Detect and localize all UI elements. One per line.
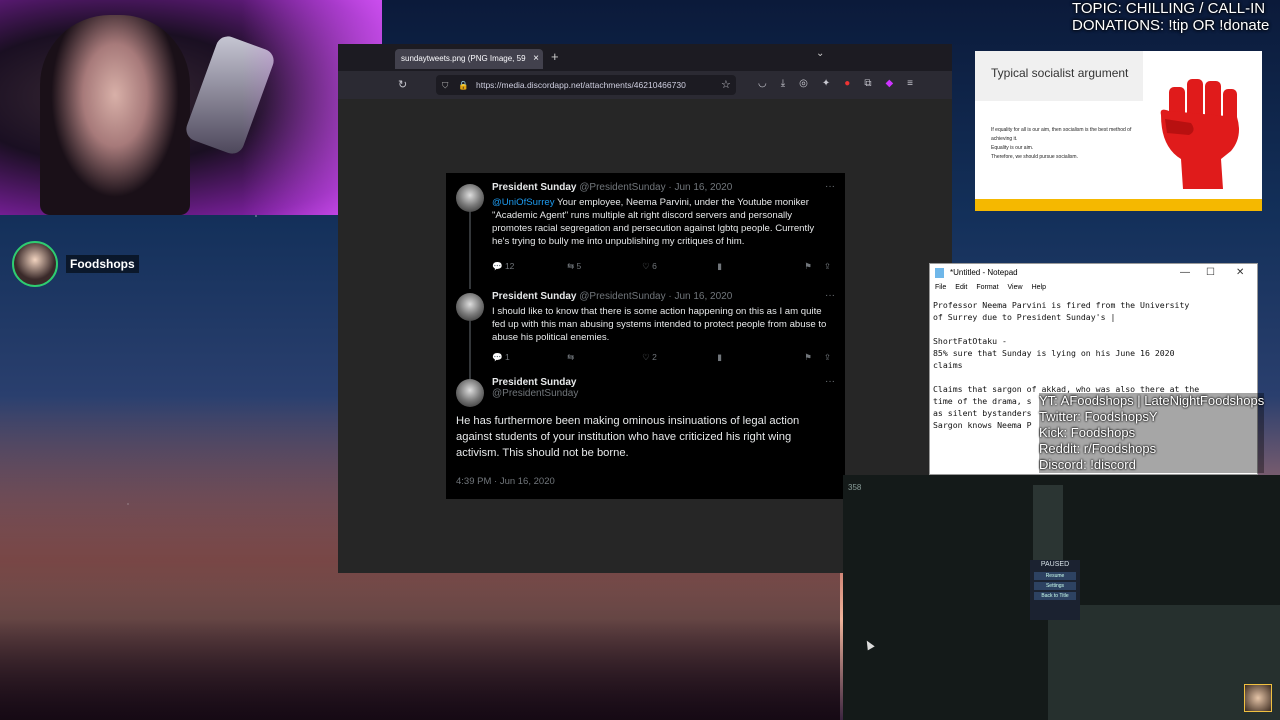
profile-picture bbox=[456, 379, 484, 407]
bookmark-icon: ⚑ bbox=[804, 261, 812, 271]
pause-menu: PAUSED Resume Settings Back to Title bbox=[1030, 560, 1080, 620]
tweet-author: President Sunday bbox=[492, 377, 577, 388]
notepad-menu: File Edit Format View Help bbox=[930, 282, 1257, 294]
slide-title: Typical socialist argument bbox=[975, 51, 1143, 101]
tweet-mention: @UniOfSurrey bbox=[492, 197, 555, 208]
minimize-icon[interactable]: — bbox=[1180, 264, 1190, 282]
social-reddit: Reddit: r/Foodshops bbox=[1039, 441, 1157, 456]
tweet-timestamp: 4:39 PM · Jun 16, 2020 bbox=[456, 476, 555, 487]
streamer-badge: Foodshops bbox=[12, 241, 139, 287]
menu-format[interactable]: Format bbox=[976, 282, 998, 294]
menu-help[interactable]: Help bbox=[1032, 282, 1046, 294]
menu-view[interactable]: View bbox=[1008, 282, 1023, 294]
extension-icon[interactable]: ✦ bbox=[822, 78, 830, 89]
close-icon[interactable]: ✕ bbox=[1236, 264, 1244, 282]
record-icon[interactable]: ● bbox=[844, 78, 850, 89]
tweet-header: President Sunday @PresidentSunday · Jun … bbox=[492, 291, 732, 302]
download-icon[interactable]: ⤓ bbox=[781, 78, 785, 89]
shield-icon[interactable]: ⛉ bbox=[442, 75, 448, 95]
thread-line bbox=[469, 321, 471, 379]
more-icon: ··· bbox=[825, 376, 835, 387]
reply-count: 💬 12 bbox=[492, 261, 515, 271]
lock-icon[interactable]: 🔒 bbox=[458, 75, 469, 95]
notepad-title: *Untitled - Notepad bbox=[950, 268, 1018, 277]
tweet-body: He has furthermore been making ominous i… bbox=[456, 415, 800, 459]
tweet-screenshot: President Sunday @PresidentSunday · Jun … bbox=[446, 173, 845, 499]
slide-line: If equality for all is our aim, then soc… bbox=[991, 127, 1132, 142]
views-icon: ▮ bbox=[717, 352, 722, 362]
more-icon: ··· bbox=[825, 181, 835, 192]
tweet-handle-date: @PresidentSunday · Jun 16, 2020 bbox=[579, 182, 733, 193]
slide-line: Therefore, we should pursue socialism. bbox=[991, 154, 1078, 160]
tweet-body: I should like to know that there is some… bbox=[492, 306, 827, 343]
views-icon: ▮ bbox=[717, 261, 722, 271]
extensions-icon[interactable]: ⧉ bbox=[864, 78, 871, 89]
social-youtube: YT: AFoodshops | LateNightFoodshops bbox=[1039, 393, 1265, 408]
reload-icon[interactable]: ↻ bbox=[398, 78, 407, 91]
tab-bar: sundaytweets.png (PNG Image, 59 × + ⌄ bbox=[338, 44, 952, 71]
slide-line: Equality is our aim. bbox=[991, 145, 1034, 151]
topic-overlay: TOPIC: CHILLING / CALL-IN DONATIONS: !ti… bbox=[1072, 0, 1278, 34]
social-discord: Discord: !discord bbox=[1039, 457, 1136, 472]
tab-title: sundaytweets.png (PNG Image, 59 bbox=[401, 54, 526, 63]
game-window: 358 PAUSED Resume Settings Back to Title bbox=[843, 475, 1280, 720]
notepad-titlebar: *Untitled - Notepad — ☐ ✕ bbox=[930, 264, 1257, 282]
profile-picture bbox=[456, 293, 484, 321]
donations-text: DONATIONS: !tip OR !donate bbox=[1072, 17, 1270, 34]
presentation-slide: Typical socialist argument If equality f… bbox=[975, 51, 1262, 211]
toolbar-icons: ◡ ⤓ ◎ ✦ ● ⧉ ◆ ≡ bbox=[758, 78, 913, 89]
streamer-figure bbox=[40, 15, 190, 215]
topic-text: TOPIC: CHILLING / CALL-IN bbox=[1072, 0, 1266, 17]
retweet-count: ⇆ 5 bbox=[567, 261, 582, 271]
raised-fist-icon bbox=[1143, 59, 1255, 199]
chevron-down-icon[interactable]: ⌄ bbox=[816, 48, 824, 59]
addon-icon[interactable]: ◆ bbox=[885, 78, 893, 89]
tweet-handle: @PresidentSunday bbox=[492, 388, 579, 399]
paused-label: PAUSED bbox=[1040, 561, 1070, 568]
tab-image[interactable]: sundaytweets.png (PNG Image, 59 × bbox=[395, 49, 543, 69]
profile-picture bbox=[456, 184, 484, 212]
retweet-count: ⇆ bbox=[567, 352, 575, 362]
more-icon: ··· bbox=[825, 290, 835, 301]
tweet-author: President Sunday bbox=[492, 291, 577, 302]
close-icon[interactable]: × bbox=[533, 49, 539, 69]
bookmark-icon: ⚑ bbox=[804, 352, 812, 362]
social-twitter: Twitter: FoodshopsY bbox=[1039, 409, 1158, 424]
tweet-header: President Sunday @PresidentSunday bbox=[492, 377, 578, 399]
streamer-name: Foodshops bbox=[66, 255, 139, 273]
slide-accent-bar bbox=[975, 199, 1262, 211]
mini-avatar bbox=[1244, 684, 1272, 712]
nav-bar: ↻ ⛉ 🔒 https://media.discordapp.net/attac… bbox=[338, 71, 952, 99]
tweet-handle-date: @PresidentSunday · Jun 16, 2020 bbox=[579, 291, 733, 302]
share-icon: ⇪ bbox=[823, 261, 831, 271]
tweet-header: President Sunday @PresidentSunday · Jun … bbox=[492, 182, 732, 193]
back-to-title-button[interactable]: Back to Title bbox=[1034, 592, 1076, 600]
thread-line bbox=[469, 211, 471, 289]
menu-edit[interactable]: Edit bbox=[955, 282, 967, 294]
menu-icon[interactable]: ≡ bbox=[907, 78, 913, 89]
resume-button[interactable]: Resume bbox=[1034, 572, 1076, 580]
pocket-icon[interactable]: ◡ bbox=[758, 78, 767, 89]
webcam-feed bbox=[0, 0, 382, 215]
tweet-text: @UniOfSurrey Your employee, Neema Parvin… bbox=[492, 196, 831, 248]
social-kick: Kick: Foodshops bbox=[1039, 425, 1136, 440]
reply-count: 💬 1 bbox=[492, 352, 510, 362]
bookmark-star-icon[interactable]: ☆ bbox=[721, 78, 731, 91]
url-text: https://media.discordapp.net/attachments… bbox=[476, 80, 686, 90]
avatar bbox=[12, 241, 58, 287]
like-count: ♡ 6 bbox=[642, 261, 657, 271]
game-counter: 358 bbox=[848, 483, 862, 492]
url-field[interactable]: ⛉ 🔒 https://media.discordapp.net/attachm… bbox=[436, 75, 736, 95]
settings-button[interactable]: Settings bbox=[1034, 582, 1076, 590]
maximize-icon[interactable]: ☐ bbox=[1206, 264, 1215, 282]
new-tab-button[interactable]: + bbox=[551, 49, 559, 64]
tweet-author: President Sunday bbox=[492, 182, 577, 193]
notepad-icon bbox=[935, 268, 944, 278]
socials-overlay: YT: AFoodshops | LateNightFoodshops Twit… bbox=[1039, 393, 1265, 473]
menu-file[interactable]: File bbox=[935, 282, 946, 294]
like-count: ♡ 2 bbox=[642, 352, 657, 362]
slide-text: If equality for all is our aim, then soc… bbox=[991, 126, 1141, 162]
account-icon[interactable]: ◎ bbox=[799, 78, 808, 89]
share-icon: ⇪ bbox=[823, 352, 831, 362]
